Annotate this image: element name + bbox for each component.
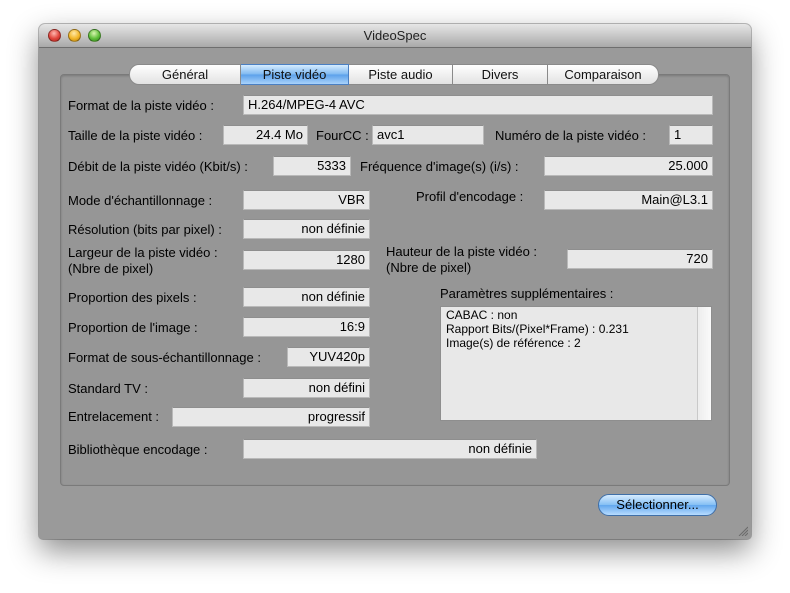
- taille-label: Taille de la piste vidéo :: [68, 128, 203, 143]
- numero-field[interactable]: 1: [669, 125, 713, 145]
- largeur-label: Largeur de la piste vidéo :: [68, 245, 218, 260]
- entrelacement-field[interactable]: progressif: [172, 407, 370, 427]
- mode-field[interactable]: VBR: [243, 190, 370, 210]
- params-line: Rapport Bits/(Pixel*Frame) : 0.231: [446, 322, 629, 336]
- tab-comparaison[interactable]: Comparaison: [548, 64, 659, 85]
- debit-field[interactable]: 5333: [273, 156, 351, 176]
- hauteur-label: Hauteur de la piste vidéo :: [386, 244, 538, 259]
- sous-ech-field[interactable]: YUV420p: [287, 347, 370, 367]
- videospec-window: VideoSpec Général Piste vidéo Piste audi…: [39, 24, 751, 539]
- resize-grip-icon[interactable]: [737, 525, 749, 537]
- taille-field[interactable]: 24.4 Mo: [223, 125, 308, 145]
- standard-label: Standard TV :: [68, 381, 148, 396]
- resolution-label: Résolution (bits par pixel) :: [68, 222, 222, 237]
- freq-label: Fréquence d'image(s) (i/s) :: [360, 159, 519, 174]
- tab-bar: Général Piste vidéo Piste audio Divers C…: [129, 64, 659, 85]
- select-button[interactable]: Sélectionner...: [598, 494, 717, 516]
- window-title: VideoSpec: [363, 28, 427, 43]
- tab-piste-audio[interactable]: Piste audio: [349, 64, 453, 85]
- format-field[interactable]: H.264/MPEG-4 AVC: [243, 95, 713, 115]
- title-bar[interactable]: VideoSpec: [39, 24, 751, 48]
- standard-field[interactable]: non défini: [243, 378, 370, 398]
- params-scrollbar[interactable]: [697, 307, 711, 420]
- tab-piste-video[interactable]: Piste vidéo: [241, 64, 349, 85]
- fourcc-field[interactable]: avc1: [372, 125, 484, 145]
- entrelacement-label: Entrelacement :: [68, 409, 160, 424]
- bibliotheque-field[interactable]: non définie: [243, 439, 537, 459]
- debit-label: Débit de la piste vidéo (Kbit/s) :: [68, 159, 248, 174]
- proportion-image-label: Proportion de l'image :: [68, 320, 198, 335]
- params-label: Paramètres supplémentaires :: [440, 286, 614, 301]
- mode-label: Mode d'échantillonnage :: [68, 193, 213, 208]
- numero-label: Numéro de la piste vidéo :: [495, 128, 647, 143]
- params-line: CABAC : non: [446, 308, 518, 322]
- profil-field[interactable]: Main@L3.1: [544, 190, 713, 210]
- hauteur-field[interactable]: 720: [567, 249, 713, 269]
- largeur-unit-label: (Nbre de pixel): [68, 261, 154, 276]
- bibliotheque-label: Bibliothèque encodage :: [68, 442, 208, 457]
- largeur-field[interactable]: 1280: [243, 250, 370, 270]
- params-textarea[interactable]: CABAC : non Rapport Bits/(Pixel*Frame) :…: [440, 306, 712, 421]
- tab-general[interactable]: Général: [129, 64, 241, 85]
- format-label: Format de la piste vidéo :: [68, 98, 214, 113]
- tab-divers[interactable]: Divers: [453, 64, 548, 85]
- proportion-pixels-field[interactable]: non définie: [243, 287, 370, 307]
- params-line: Image(s) de référence : 2: [446, 336, 581, 350]
- profil-label: Profil d'encodage :: [416, 189, 524, 204]
- freq-field[interactable]: 25.000: [544, 156, 713, 176]
- proportion-image-field[interactable]: 16:9: [243, 317, 370, 337]
- sous-ech-label: Format de sous-échantillonnage :: [68, 350, 261, 365]
- fourcc-label: FourCC :: [316, 128, 369, 143]
- hauteur-unit-label: (Nbre de pixel): [386, 260, 472, 275]
- resolution-field[interactable]: non définie: [243, 219, 370, 239]
- proportion-pixels-label: Proportion des pixels :: [68, 290, 197, 305]
